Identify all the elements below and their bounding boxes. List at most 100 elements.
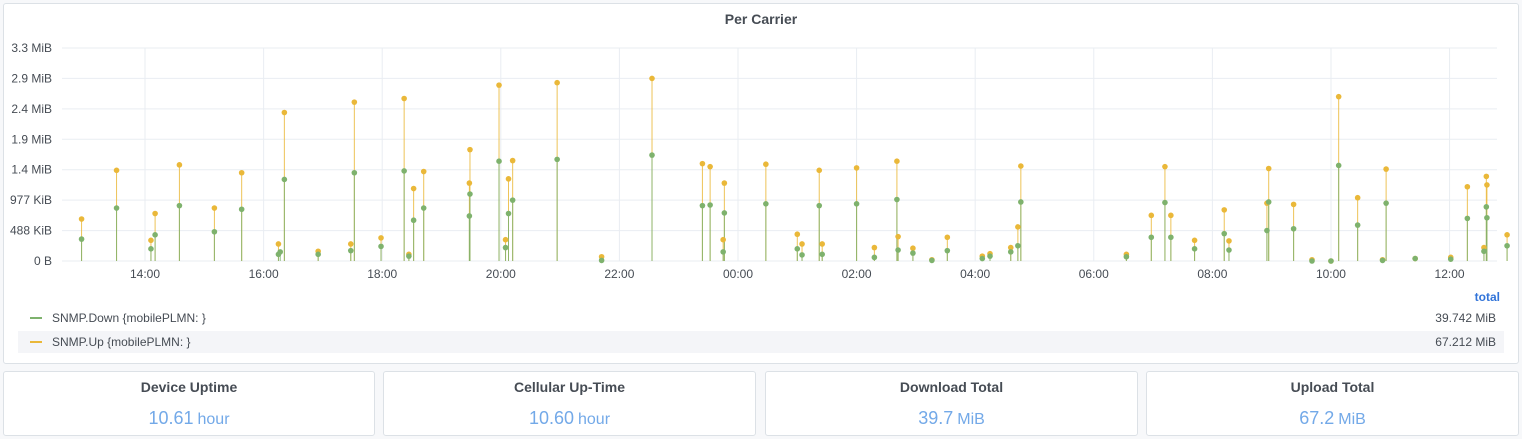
data-point	[1168, 234, 1174, 241]
data-point	[502, 244, 509, 251]
data-point	[1007, 249, 1014, 255]
data-point	[466, 213, 473, 219]
stat-upload-total: Upload Total 67.2 MiB	[1146, 371, 1519, 436]
data-point	[1379, 257, 1386, 264]
stat-title[interactable]: Device Uptime	[4, 379, 374, 395]
data-point	[496, 82, 502, 88]
y-tick-label: 977 KiB	[10, 193, 52, 207]
x-tick-label: 02:00	[842, 267, 872, 281]
data-point	[707, 163, 713, 170]
data-point	[1483, 204, 1490, 210]
data-point	[238, 206, 245, 213]
data-point	[944, 234, 951, 241]
data-point	[351, 169, 358, 176]
data-point	[1328, 258, 1334, 264]
legend-total-header[interactable]: total	[1475, 290, 1500, 304]
data-point	[799, 252, 805, 258]
x-tick-label: 08:00	[1197, 267, 1227, 281]
data-point	[699, 160, 706, 167]
data-point	[649, 152, 655, 158]
data-point	[1221, 230, 1228, 237]
data-point	[406, 253, 412, 259]
x-tick-label: 20:00	[486, 267, 516, 281]
stat-title[interactable]: Download Total	[766, 379, 1137, 395]
legend-series-total: 67.212 MiB	[1435, 335, 1496, 349]
y-tick-label: 2.4 MiB	[11, 102, 52, 116]
data-point	[1264, 227, 1270, 234]
data-point	[1191, 237, 1198, 244]
y-tick-label: 488 KiB	[10, 224, 52, 238]
x-tick-label: 18:00	[367, 267, 397, 281]
y-tick-label: 0 B	[34, 254, 52, 268]
data-point	[929, 257, 935, 264]
legend-item-up[interactable]: SNMP.Up {mobilePLMN: } 67.212 MiB	[18, 331, 1504, 353]
data-point	[816, 202, 823, 209]
data-point	[720, 249, 726, 255]
data-point	[502, 236, 509, 243]
data-point	[1168, 212, 1174, 219]
data-point	[1504, 232, 1510, 238]
data-point	[1265, 165, 1272, 172]
legend-swatch-up	[30, 341, 42, 343]
data-point	[1018, 199, 1024, 205]
stat-number: 67.2	[1299, 408, 1335, 428]
data-point	[763, 161, 769, 168]
data-point	[1504, 242, 1510, 249]
data-point	[1464, 183, 1471, 190]
data-point	[895, 247, 901, 253]
x-tick-label: 06:00	[1079, 267, 1109, 281]
data-point	[894, 196, 900, 203]
data-point	[944, 247, 951, 254]
data-point	[347, 241, 354, 247]
stat-unit: MiB	[1338, 411, 1366, 428]
data-point	[1221, 207, 1228, 213]
x-tick-label: 14:00	[130, 267, 160, 281]
data-point	[871, 244, 878, 251]
data-point	[78, 236, 85, 242]
legend-item-down[interactable]: SNMP.Down {mobilePLMN: } 39.742 MiB	[18, 307, 1504, 329]
data-point	[281, 176, 288, 183]
stat-number: 10.60	[528, 408, 574, 428]
data-point	[1290, 201, 1297, 208]
data-point	[275, 241, 282, 247]
x-tick-label: 00:00	[723, 267, 753, 281]
stat-title[interactable]: Cellular Up-Time	[384, 379, 755, 395]
stat-title[interactable]: Upload Total	[1147, 379, 1518, 395]
data-point	[277, 249, 284, 255]
data-point	[1412, 255, 1418, 262]
data-point	[1290, 225, 1297, 232]
stat-cellular-uptime: Cellular Up-Time 10.60 hour	[383, 371, 756, 436]
data-point	[554, 156, 560, 163]
data-point	[1484, 182, 1490, 188]
data-point	[853, 200, 860, 207]
data-point	[799, 241, 805, 247]
data-point	[420, 205, 427, 211]
stat-download-total: Download Total 39.7 MiB	[765, 371, 1138, 436]
data-point	[1335, 162, 1342, 169]
data-point	[505, 210, 512, 217]
data-point	[152, 232, 158, 238]
data-point	[281, 109, 288, 116]
data-point	[1015, 242, 1021, 249]
x-tick-label: 10:00	[1316, 267, 1346, 281]
stat-value: 10.60 hour	[384, 408, 755, 429]
data-point	[910, 245, 916, 252]
data-point	[1265, 199, 1272, 205]
per-carrier-panel: Per Carrier 0 B 488 KiB 977 KiB 1.4 MiB 1.9 …	[3, 3, 1519, 364]
data-point	[467, 146, 473, 153]
data-point	[152, 210, 158, 217]
data-point	[816, 167, 823, 174]
data-point	[1464, 215, 1471, 222]
data-point	[1018, 163, 1024, 169]
data-point	[467, 191, 473, 197]
data-point	[853, 165, 860, 171]
data-point	[1484, 214, 1490, 221]
data-point	[496, 158, 502, 164]
data-point	[649, 75, 655, 82]
data-point	[238, 169, 245, 176]
data-point	[378, 243, 384, 250]
y-tick-label: 1.4 MiB	[11, 163, 52, 177]
y-tick-label: 1.9 MiB	[11, 132, 52, 146]
x-tick-label: 04:00	[960, 267, 990, 281]
data-point	[410, 217, 417, 224]
